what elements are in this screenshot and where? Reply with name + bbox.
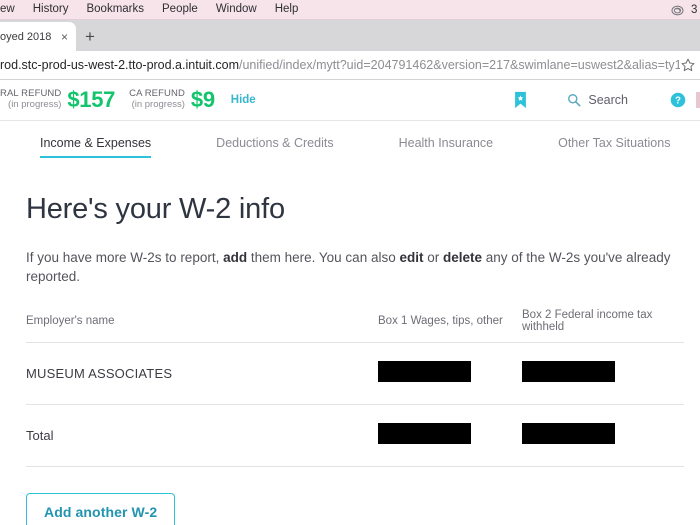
cell-box1-value [378, 342, 522, 404]
redacted-box2-value [522, 360, 615, 382]
search-label: Search [588, 93, 628, 107]
close-icon[interactable]: × [57, 31, 68, 43]
search-button[interactable]: Search [567, 93, 628, 107]
refund-summary-bar: RAL REFUND (in progress) $157 CA REFUND … [0, 80, 700, 121]
redacted-total-box2 [522, 422, 615, 444]
intro-text: If you have more W-2s to report, add the… [26, 249, 700, 287]
cell-total-box2 [522, 404, 684, 466]
url-host: rod.stc-prod-us-west-2.tto-prod.a.intuit… [0, 58, 239, 72]
cell-box2-value [522, 342, 684, 404]
refund-bar-actions: Search ? [514, 91, 700, 109]
federal-refund-group: RAL REFUND (in progress) $157 [0, 87, 115, 113]
federal-refund-labels: RAL REFUND (in progress) [0, 88, 62, 111]
table-row[interactable]: MUSEUM ASSOCIATES [26, 342, 684, 405]
browser-address-bar[interactable]: rod.stc-prod-us-west-2.tto-prod.a.intuit… [0, 51, 700, 80]
tab-health-insurance[interactable]: Health Insurance [399, 136, 494, 158]
menu-item-view[interactable]: ew [0, 0, 24, 19]
add-another-w2-button[interactable]: Add another W-2 [26, 492, 176, 525]
total-label: Total [26, 427, 54, 443]
menu-item-bookmarks[interactable]: Bookmarks [77, 0, 153, 19]
menu-item-help[interactable]: Help [266, 0, 308, 19]
search-icon [568, 94, 581, 107]
tab-other-tax-situations[interactable]: Other Tax Situations [558, 136, 670, 158]
menu-bar-status-area: 3 [671, 0, 700, 20]
bookmark-flag-icon[interactable] [514, 91, 527, 109]
state-refund-status: (in progress) [131, 99, 185, 110]
column-header-box1: Box 1 Wages, tips, other [378, 314, 503, 327]
cell-employer-name: MUSEUM ASSOCIATES [26, 342, 378, 404]
window-edge-sliver [696, 92, 700, 108]
tab-income-expenses[interactable]: Income & Expenses [40, 136, 152, 158]
cell-total-label: Total [26, 404, 378, 466]
federal-refund-status: (in progress) [8, 99, 62, 110]
redacted-box1-value [378, 360, 471, 382]
star-icon[interactable] [680, 57, 696, 73]
browser-tab-active[interactable]: oyed 2018 × [0, 22, 76, 51]
w2-table-head: Employer's name Box 1 Wages, tips, other… [26, 309, 684, 343]
browser-menu-bar: ew History Bookmarks People Window Help … [0, 0, 700, 20]
state-refund-amount: $9 [190, 87, 215, 112]
w2-table-body: MUSEUM ASSOCIATES Total [26, 342, 684, 467]
svg-text:?: ? [675, 96, 681, 107]
new-tab-button[interactable]: + [76, 22, 104, 51]
menu-bar-clock: 3 [691, 4, 698, 16]
column-header-box2: Box 2 Federal income tax withheld [522, 308, 653, 333]
redacted-total-box1 [378, 422, 471, 444]
w2-table: Employer's name Box 1 Wages, tips, other… [26, 309, 684, 467]
main-content: Here's your W-2 info If you have more W-… [0, 159, 700, 525]
intro-part-2: them here. You can also [247, 250, 400, 265]
page-title: Here's your W-2 info [26, 193, 285, 225]
employer-name-value: MUSEUM ASSOCIATES [26, 365, 173, 381]
tab-deductions-credits[interactable]: Deductions & Credits [216, 136, 333, 158]
browser-tab-title: oyed 2018 [0, 30, 52, 43]
intro-add-word: add [223, 250, 248, 265]
spiral-icon[interactable] [671, 5, 684, 16]
url-path: /unified/index/mytt?uid=204791462&versio… [238, 58, 680, 72]
intro-delete-word: delete [443, 250, 483, 265]
menu-item-window[interactable]: Window [207, 0, 266, 19]
cell-total-box1 [378, 404, 522, 466]
intro-edit-word: edit [399, 250, 424, 265]
state-refund-labels: CA REFUND (in progress) [129, 88, 185, 111]
column-header-employer: Employer's name [26, 314, 115, 327]
section-nav-tabs: Income & Expenses Deductions & Credits H… [0, 121, 700, 159]
w2-table-header-row: Employer's name Box 1 Wages, tips, other… [26, 309, 684, 343]
hide-refund-link[interactable]: Hide [231, 94, 256, 106]
help-circle-icon[interactable]: ? [670, 92, 686, 108]
menu-item-history[interactable]: History [24, 0, 78, 19]
url-text: rod.stc-prod-us-west-2.tto-prod.a.intuit… [0, 58, 680, 72]
menu-item-people[interactable]: People [153, 0, 207, 19]
intro-part-3: or [423, 250, 443, 265]
intro-part-1: If you have more W-2s to report, [26, 250, 224, 265]
browser-tab-strip: oyed 2018 × + [0, 20, 700, 51]
state-refund-group: CA REFUND (in progress) $9 [129, 87, 215, 113]
table-total-row: Total [26, 404, 684, 467]
federal-refund-amount: $157 [67, 87, 116, 112]
